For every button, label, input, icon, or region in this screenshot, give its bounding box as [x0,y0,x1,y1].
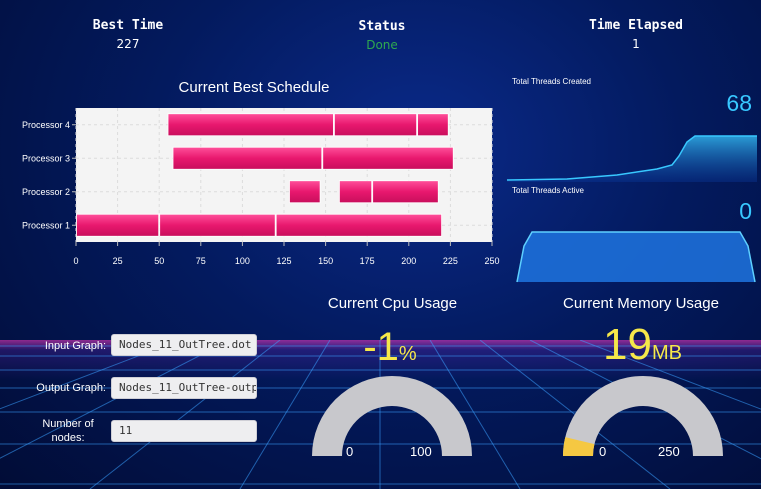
status-label: Status [358,19,406,34]
status-block: Status Done [333,19,431,52]
schedule-task-bar[interactable] [172,146,323,170]
schedule-task-bar[interactable] [76,213,160,237]
best-time-block: Best Time 227 [80,18,176,51]
schedule-task-bar[interactable] [167,113,334,137]
schedule-x-tick-label: 225 [443,256,458,266]
schedule-x-tick-label: 125 [276,256,291,266]
cpu-readout: -1% [330,325,450,370]
schedule-task-bar[interactable] [372,180,439,204]
schedule-task-bar[interactable] [334,113,418,137]
memory-max: 250 [658,444,680,459]
num-nodes-field[interactable]: 11 [111,420,257,442]
cpu-title: Current Cpu Usage [327,295,458,312]
output-graph-field[interactable]: Nodes_11_OutTree-output.dot [111,377,257,399]
input-graph-field[interactable]: Nodes_11_OutTree.dot [111,334,257,356]
schedule-chart: 0 25 50 75 100 125 150 175 200 225 250 Processor 4 P… [22,108,500,266]
cpu-value: -1 [363,325,399,369]
threads-active-title: Total Threads Active [512,186,584,195]
output-graph-label: Output Graph: [36,382,106,394]
cpu-max: 100 [410,444,432,459]
schedule-x-tick-label: 175 [360,256,375,266]
cpu-min: 0 [346,444,354,459]
schedule-processor-label: Processor 2 [22,187,70,197]
schedule-processor-label: Processor 4 [22,120,70,130]
status-value: Done [366,38,398,52]
schedule-task-bar[interactable] [275,213,442,237]
time-elapsed-label: Time Elapsed [589,18,683,33]
schedule-processor-label: Processor 3 [22,153,70,163]
cpu-gauge [312,376,472,456]
num-nodes-label: Number of nodes: [42,418,94,444]
cpu-unit: % [398,343,417,365]
best-time-value: 227 [116,37,140,51]
memory-gauge [563,376,723,456]
schedule-x-tick-label: 100 [235,256,250,266]
schedule-task-bar[interactable] [322,146,454,170]
memory-value: 19 [603,320,652,369]
memory-unit: MB [651,342,682,364]
schedule-processor-label: Processor 1 [22,220,70,230]
memory-readout: 19MB [580,320,705,370]
best-time-label: Best Time [92,18,164,33]
schedule-x-tick-label: 150 [318,256,333,266]
schedule-task-bar[interactable] [339,180,373,204]
schedule-title: Current Best Schedule [178,79,330,96]
schedule-task-bar[interactable] [417,113,449,137]
time-elapsed-block: Time Elapsed 1 [578,18,694,51]
memory-title: Current Memory Usage [563,295,719,312]
schedule-x-tick-label: 250 [484,256,499,266]
schedule-x-tick-label: 75 [196,256,206,266]
schedule-task-bar[interactable] [289,180,321,204]
schedule-x-tick-label: 0 [73,256,78,266]
input-graph-label: Input Graph: [44,340,106,352]
schedule-task-bar[interactable] [159,213,276,237]
threads-created-title: Total Threads Created [512,77,592,86]
threads-active-sparkline [516,231,756,283]
time-elapsed-value: 1 [632,37,640,51]
schedule-x-tick-label: 200 [401,256,416,266]
schedule-x-tick-label: 50 [154,256,164,266]
threads-created-sparkline [507,135,757,182]
memory-min: 0 [599,444,607,459]
cpu-gauge-track [312,376,472,456]
threads-active-value: 0 [739,198,752,224]
schedule-x-tick-label: 25 [113,256,123,266]
